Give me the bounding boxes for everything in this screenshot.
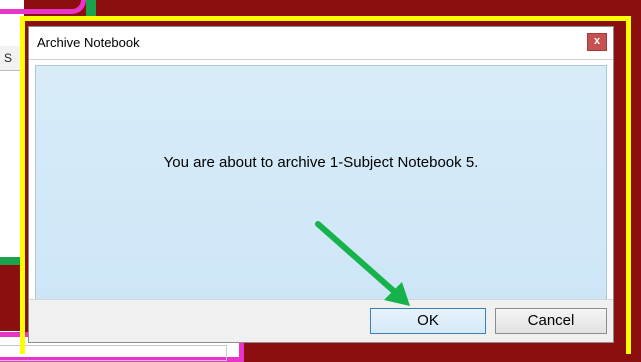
pink-highlight-top — [0, 0, 86, 14]
background-green-bar-mid — [0, 257, 20, 265]
cancel-button[interactable]: Cancel — [495, 308, 607, 334]
dialog-title-bar[interactable]: Archive Notebook x — [29, 27, 613, 60]
dialog-message: You are about to archive 1-Subject Noteb… — [163, 154, 479, 171]
background-strip-text: S — [4, 51, 13, 65]
dialog-button-row: OK Cancel — [29, 299, 613, 342]
close-icon: x — [593, 35, 601, 47]
close-button[interactable]: x — [587, 33, 607, 51]
archive-notebook-dialog: Archive Notebook x You are about to arch… — [28, 26, 614, 343]
dialog-title: Archive Notebook — [37, 35, 140, 50]
dialog-content: You are about to archive 1-Subject Noteb… — [35, 65, 607, 301]
background-red-region — [0, 265, 20, 331]
ok-button[interactable]: OK — [370, 308, 486, 334]
